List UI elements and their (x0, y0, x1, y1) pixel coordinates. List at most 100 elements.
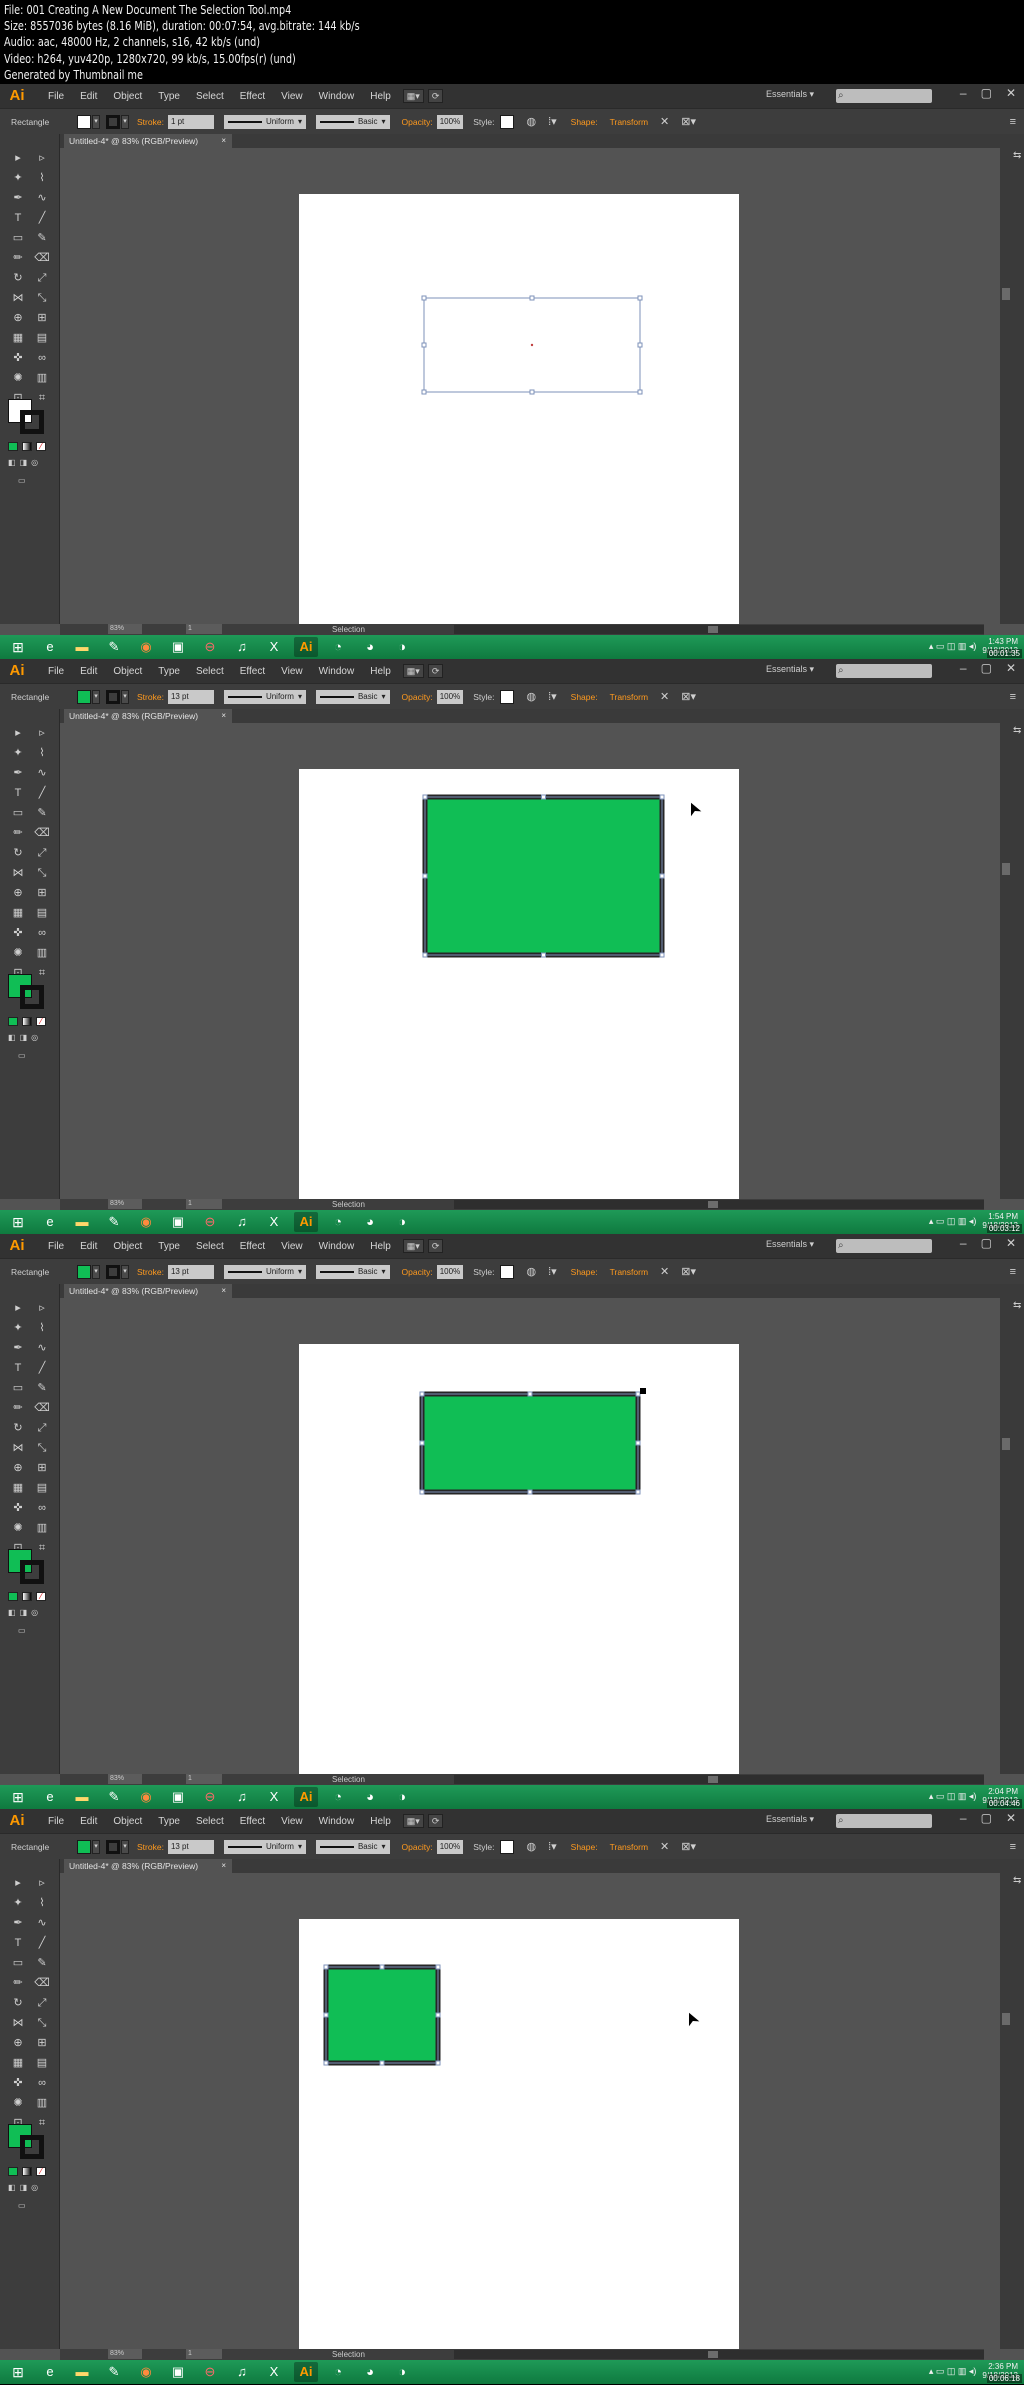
direct-selection-tool-icon[interactable]: ▹ (33, 1298, 51, 1318)
workspace-switcher[interactable]: Essentials ▾ (766, 1814, 814, 1825)
opacity-field[interactable]: 100% (436, 1264, 464, 1279)
canvas-area[interactable] (60, 148, 984, 634)
app-icon-1[interactable]: ✎ (102, 2362, 126, 2382)
chrome-icon[interactable]: ◕ (358, 1787, 382, 1807)
vertical-scroll-thumb[interactable] (1002, 863, 1010, 875)
arrange-documents-button[interactable]: ▦▾ (402, 89, 424, 103)
type-tool-icon[interactable]: T (9, 1358, 27, 1378)
search-input[interactable]: ⌕ (836, 89, 932, 103)
eyedropper-tool-icon[interactable]: ✜ (9, 2073, 27, 2093)
document-tab[interactable]: Untitled-4* @ 83% (RGB/Preview) × (64, 1284, 232, 1298)
menu-edit[interactable]: Edit (72, 666, 105, 677)
draw-normal-icon[interactable]: ◧ (8, 458, 16, 467)
stroke-color-box[interactable] (20, 410, 44, 434)
restore-button[interactable]: ▢ (981, 1811, 992, 1825)
menu-file[interactable]: File (40, 666, 72, 677)
lasso-tool-icon[interactable]: ⌇ (33, 1318, 51, 1338)
menu-object[interactable]: Object (105, 91, 150, 102)
graphic-style-swatch[interactable] (500, 1839, 515, 1854)
sync-settings-button[interactable]: ⟳ (427, 89, 444, 103)
width-tool-icon[interactable]: ⋈ (9, 2013, 27, 2033)
mesh-tool-icon[interactable]: ▦ (9, 903, 27, 923)
fill-swatch[interactable] (77, 689, 91, 704)
zoom-level-field[interactable]: 83% (108, 624, 142, 634)
eraser-tool-icon[interactable]: ⌫ (33, 1398, 51, 1418)
chrome-icon[interactable]: ◕ (358, 1212, 382, 1232)
pencil-tool-icon[interactable]: ✏ (9, 248, 27, 268)
fill-dropdown[interactable]: ▾ (92, 689, 100, 704)
rectangle-tool-icon[interactable]: ▭ (9, 228, 27, 248)
vertical-scroll-thumb[interactable] (1002, 1438, 1010, 1450)
fill-swatch[interactable] (77, 1264, 91, 1279)
close-tab-icon[interactable]: × (221, 709, 226, 723)
menu-object[interactable]: Object (105, 666, 150, 677)
graphic-style-swatch[interactable] (500, 114, 515, 129)
horizontal-scroll-thumb[interactable] (708, 626, 718, 633)
mesh-tool-icon[interactable]: ▦ (9, 328, 27, 348)
menu-file[interactable]: File (40, 1816, 72, 1827)
menu-select[interactable]: Select (188, 91, 232, 102)
opacity-label[interactable]: Opacity: (402, 1267, 433, 1277)
lasso-tool-icon[interactable]: ⌇ (33, 1893, 51, 1913)
app-icon-3[interactable]: ⊖ (198, 1787, 222, 1807)
gradient-tool-icon[interactable]: ▤ (33, 1478, 51, 1498)
free-transform-tool-icon[interactable]: ⤡ (33, 863, 51, 883)
firefox-icon[interactable]: ◉ (134, 2362, 158, 2382)
excel-icon[interactable]: X (262, 1212, 286, 1232)
transform-icon[interactable]: ✕ (660, 1265, 669, 1278)
menu-select[interactable]: Select (188, 666, 232, 677)
magic-wand-tool-icon[interactable]: ✦ (9, 1318, 27, 1338)
app-icon-4[interactable]: ◔ (326, 1212, 350, 1232)
draw-inside-icon[interactable]: ◎ (31, 458, 38, 467)
stroke-weight-field[interactable]: 13 pt (167, 689, 214, 704)
column-graph-tool-icon[interactable]: ▥ (33, 368, 51, 388)
panel-toggle-icon[interactable]: ⇆ (1013, 1875, 1021, 1886)
eyedropper-tool-icon[interactable]: ✜ (9, 1498, 27, 1518)
line-tool-icon[interactable]: ╱ (33, 783, 51, 803)
menu-edit[interactable]: Edit (72, 1241, 105, 1252)
opacity-field[interactable]: 100% (436, 1839, 464, 1854)
horizontal-scrollbar[interactable] (454, 1200, 984, 1209)
color-mode-button[interactable] (8, 1592, 18, 1601)
vertical-scrollbar[interactable] (1000, 1298, 1012, 1774)
music-icon[interactable]: ♫ (230, 2362, 254, 2382)
shape-builder-tool-icon[interactable]: ⊕ (9, 308, 27, 328)
illustrator-taskbar-icon[interactable]: Ai (294, 1212, 318, 1232)
blend-tool-icon[interactable]: ∞ (33, 2073, 51, 2093)
menu-help[interactable]: Help (362, 666, 399, 677)
slice-tool-icon[interactable]: ⌗ (33, 963, 51, 983)
ie-icon[interactable]: e (38, 1212, 62, 1232)
artboard-navigation-field[interactable]: 1 (186, 1199, 222, 1209)
arrange-documents-button[interactable]: ▦▾ (402, 664, 424, 678)
graphic-style-swatch[interactable] (500, 1264, 515, 1279)
width-tool-icon[interactable]: ⋈ (9, 1438, 27, 1458)
draw-behind-icon[interactable]: ◨ (20, 1608, 28, 1617)
blend-tool-icon[interactable]: ∞ (33, 348, 51, 368)
transform-icon[interactable]: ✕ (660, 1840, 669, 1853)
align-options-icon[interactable]: ⁞▾ (548, 1840, 557, 1853)
pen-tool-icon[interactable]: ✒ (9, 1338, 27, 1358)
menu-type[interactable]: Type (150, 666, 188, 677)
canvas-area[interactable] (60, 1873, 984, 2359)
app-icon-5[interactable]: ◑ (390, 2362, 414, 2382)
isolate-icon[interactable]: ⊠▾ (681, 690, 696, 703)
screen-mode-icon[interactable]: ▭ (18, 2201, 26, 2210)
direct-selection-tool-icon[interactable]: ▹ (33, 723, 51, 743)
draw-inside-icon[interactable]: ◎ (31, 1608, 38, 1617)
document-tab[interactable]: Untitled-4* @ 83% (RGB/Preview) × (64, 709, 232, 723)
stroke-swatch[interactable] (106, 114, 120, 129)
close-button[interactable]: ✕ (1006, 1236, 1016, 1250)
document-tab[interactable]: Untitled-4* @ 83% (RGB/Preview) × (64, 1859, 232, 1873)
transform-label[interactable]: Transform (610, 1267, 648, 1277)
tray-icons[interactable]: ▴ ▭ ◫ ▥ ◂) (929, 2366, 977, 2377)
slice-tool-icon[interactable]: ⌗ (33, 1538, 51, 1558)
width-tool-icon[interactable]: ⋈ (9, 863, 27, 883)
chrome-icon[interactable]: ◕ (358, 2362, 382, 2382)
pencil-tool-icon[interactable]: ✏ (9, 1398, 27, 1418)
fill-dropdown[interactable]: ▾ (92, 114, 100, 129)
draw-behind-icon[interactable]: ◨ (20, 1033, 28, 1042)
minimize-button[interactable]: – (960, 86, 967, 100)
minimize-button[interactable]: – (960, 1236, 967, 1250)
variable-width-profile[interactable]: Uniform ▾ (223, 114, 306, 129)
app-icon-2[interactable]: ▣ (166, 1787, 190, 1807)
